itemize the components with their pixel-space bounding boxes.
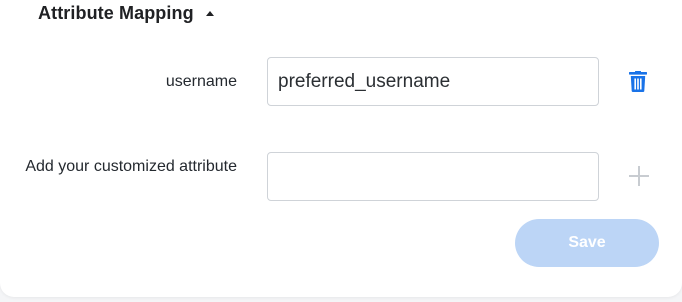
plus-icon	[629, 166, 649, 186]
attribute-mapping-toggle[interactable]: Attribute Mapping	[38, 0, 214, 26]
username-mapping-input[interactable]	[267, 57, 599, 106]
save-button[interactable]: Save	[515, 219, 659, 267]
delete-mapping-button[interactable]	[626, 68, 650, 94]
username-label: username	[165, 73, 237, 90]
custom-attribute-input[interactable]	[267, 152, 599, 201]
custom-attribute-label: Add your customized attribute	[25, 158, 237, 175]
caret-up-icon	[205, 11, 214, 16]
trash-icon	[629, 70, 647, 92]
attribute-mapping-card: Attribute Mapping username Add your cust…	[0, 0, 682, 297]
add-attribute-button[interactable]	[627, 164, 651, 188]
section-title: Attribute Mapping	[38, 2, 194, 23]
